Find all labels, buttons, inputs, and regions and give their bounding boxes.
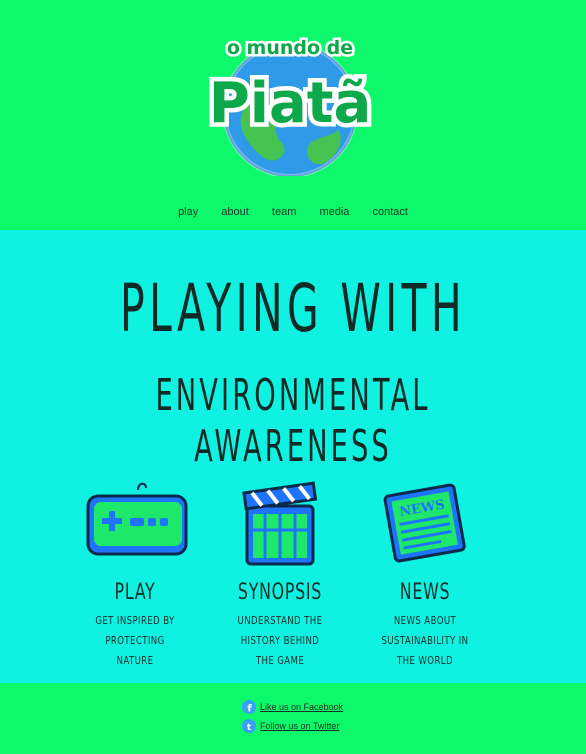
facebook-link[interactable]: f Like us on Facebook (242, 698, 343, 716)
feature-play-desc: GET INSPIRED BY PROTECTING NATURE (95, 614, 175, 667)
gamepad-icon[interactable] (80, 480, 190, 570)
feature-news[interactable]: NEWS NEWS NEWS ABOUT SUSTAINABILITY IN TH… (350, 480, 500, 671)
clapperboard-icon[interactable] (235, 480, 325, 570)
svg-text:Piatã: Piatã (209, 71, 372, 136)
site-footer: f Like us on Facebook t Follow us on Twi… (0, 683, 586, 754)
nav-play[interactable]: play (178, 206, 198, 218)
feature-play[interactable]: PLAY GET INSPIRED BY PROTECTING NATURE (60, 480, 210, 671)
nav-contact[interactable]: contact (372, 206, 407, 218)
feature-synopsis[interactable]: SYNOPSIS UNDERSTAND THE HISTORY BEHIND TH… (205, 480, 355, 671)
svg-text:o mundo de: o mundo de (227, 37, 353, 59)
feature-news-title: NEWS (399, 580, 451, 605)
facebook-icon: f (242, 700, 256, 714)
hero-subtitle: ENVIRONMENTAL AWARENESS (155, 370, 431, 472)
nav-media[interactable]: media (319, 206, 349, 218)
newspaper-icon[interactable]: NEWS (380, 480, 470, 570)
main-nav: play about team media contact (0, 206, 586, 218)
feature-play-title: PLAY (114, 580, 156, 605)
nav-about[interactable]: about (221, 206, 249, 218)
svg-text:t: t (247, 723, 252, 733)
feature-synopsis-desc: UNDERSTAND THE HISTORY BEHIND THE GAME (237, 614, 323, 667)
facebook-label: Like us on Facebook (260, 702, 344, 712)
feature-synopsis-title: SYNOPSIS (237, 580, 323, 605)
nav-team[interactable]: team (272, 206, 296, 218)
svg-text:f: f (247, 704, 252, 715)
site-header: o mundo de Piatã play about team media c… (0, 0, 586, 230)
feature-news-desc: NEWS ABOUT SUSTAINABILITY IN THE WORLD (381, 614, 469, 667)
piata-logo[interactable]: o mundo de Piatã (190, 18, 390, 176)
twitter-label: Follow us on Twitter (260, 721, 340, 731)
twitter-link[interactable]: t Follow us on Twitter (242, 717, 339, 735)
main-section: PLAYING WITH ENVIRONMENTAL AWARENESS PLA… (0, 230, 586, 683)
hero-title: PLAYING WITH (120, 270, 466, 347)
twitter-icon: t (242, 719, 256, 733)
